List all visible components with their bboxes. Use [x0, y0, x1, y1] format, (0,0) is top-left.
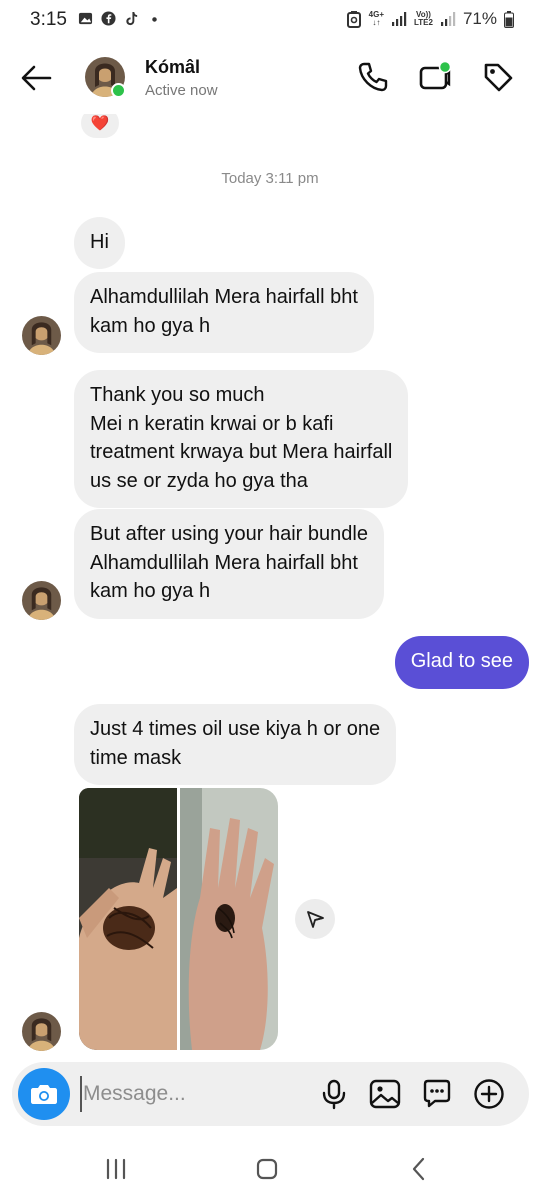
battery-percentage: 71% [462, 9, 497, 28]
system-status-icons: 4G+ ↓↑ Vo)) LTE2 71% [346, 9, 514, 29]
message-timestamp: Today 3:11 pm [221, 170, 319, 187]
tag-icon[interactable] [481, 60, 515, 94]
data-saver-icon [346, 11, 361, 28]
message-bubble-incoming[interactable]: Thank you so much Mei n keratin krwai or… [74, 370, 409, 508]
home-icon[interactable] [252, 1154, 282, 1184]
data-arrows-icon: ↓↑ [372, 18, 381, 27]
sender-avatar[interactable] [22, 1012, 61, 1051]
sender-avatar[interactable] [22, 316, 61, 355]
heart-reaction-emoji: ❤️ [90, 115, 110, 132]
camera-icon [31, 1085, 57, 1104]
message-bubble-outgoing[interactable]: Glad to see [394, 636, 529, 689]
notification-icons [78, 11, 162, 26]
gallery-icon[interactable] [369, 1078, 401, 1110]
plus-icon[interactable] [473, 1078, 505, 1110]
signal-strength-icon-2 [440, 12, 456, 26]
hand-with-hair-photo[interactable] [180, 788, 278, 1050]
recent-apps-icon[interactable] [101, 1154, 131, 1184]
signal-strength-icon [392, 12, 407, 26]
message-bubble-incoming[interactable]: Hi [74, 217, 125, 269]
contact-activity-status: Active now [145, 82, 218, 99]
back-icon[interactable] [404, 1154, 434, 1184]
system-navigation-bar [0, 1140, 540, 1200]
facebook-notification-icon [101, 11, 116, 26]
send-arrow-icon [307, 911, 324, 928]
back-arrow-icon[interactable] [16, 60, 56, 96]
sender-avatar[interactable] [22, 581, 61, 620]
message-bubble-incoming[interactable]: Just 4 times oil use kiya h or one time … [74, 704, 397, 785]
phone-icon[interactable] [356, 60, 390, 94]
heart-reaction[interactable]: ❤️ [81, 114, 119, 138]
hand-with-hair-photo[interactable] [79, 788, 177, 1050]
contact-name[interactable]: Kómâl [145, 57, 200, 78]
volte-badge: Vo)) LTE2 [414, 11, 433, 27]
lte-label: LTE2 [414, 18, 433, 27]
message-input[interactable] [80, 1076, 300, 1112]
microphone-icon[interactable] [318, 1078, 350, 1110]
sticker-icon[interactable] [421, 1078, 453, 1110]
share-photo-button[interactable] [295, 899, 335, 939]
more-notifications-dot-icon [152, 17, 157, 22]
status-time: 3:15 [30, 9, 67, 30]
video-call-icon[interactable] [418, 60, 452, 94]
camera-button[interactable] [18, 1068, 70, 1120]
message-bubble-incoming[interactable]: But after using your hair bundle Alhamdu… [74, 509, 384, 619]
network-type-badge: 4G+ ↓↑ [369, 11, 384, 27]
tiktok-notification-icon [126, 11, 138, 26]
battery-icon [504, 10, 514, 28]
chat-header: Kómâl Active now [0, 40, 540, 114]
message-bubble-incoming[interactable]: Alhamdullilah Mera hairfall bht kam ho g… [74, 272, 374, 353]
message-composer [12, 1062, 529, 1126]
online-status-indicator [111, 83, 126, 98]
status-bar: 3:15 4G+ ↓↑ Vo)) LTE2 71% [0, 0, 540, 40]
gallery-notification-icon [78, 12, 93, 25]
message-thread[interactable]: ❤️ Today 3:11 pm Hi Alhamdullilah Mera h… [0, 114, 540, 1060]
